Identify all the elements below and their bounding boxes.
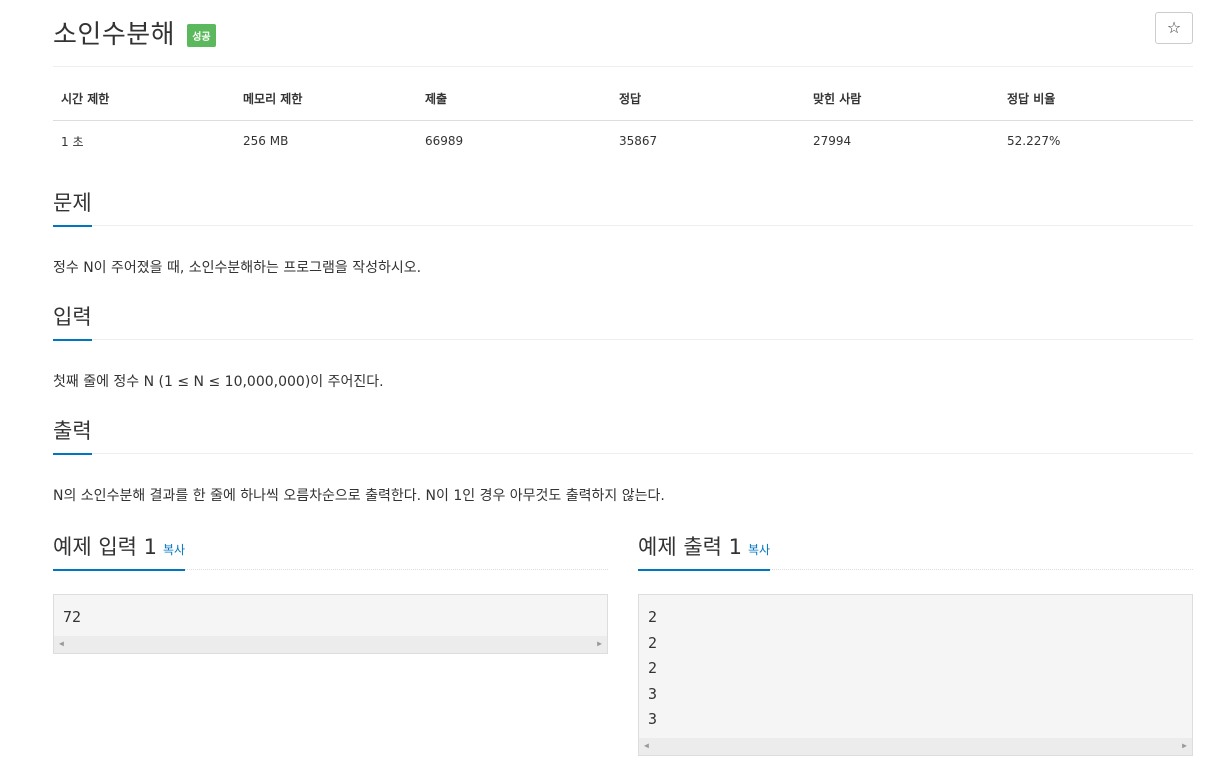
input-section-header: 입력	[53, 301, 1193, 341]
sample-input-heading: 예제 입력 1 복사	[53, 531, 186, 571]
value-time-limit: 1 초	[61, 134, 84, 149]
sample-output-heading: 예제 출력 1 복사	[638, 531, 771, 571]
header-accepted: 정답	[611, 86, 805, 121]
sample-output-scrollbar[interactable]: ◀ ▶	[639, 738, 1192, 755]
input-heading: 입력	[53, 301, 92, 341]
sample-output-lines: 2 2 2 3 3	[648, 605, 657, 733]
info-header-row: 시간 제한 메모리 제한 제출 정답 맞힌 사람 정답 비율	[53, 86, 1193, 121]
copy-input-button[interactable]: 복사	[163, 543, 185, 557]
input-description: 첫째 줄에 정수 N (1 ≤ N ≤ 10,000,000)이 주어진다.	[53, 374, 384, 390]
problem-section-header: 문제	[53, 187, 1193, 227]
problem-description: 정수 N이 주어졌을 때, 소인수분해하는 프로그램을 작성하시오.	[53, 260, 422, 276]
star-icon: ☆	[1166, 18, 1182, 37]
output-section-header: 출력	[53, 415, 1193, 455]
output-heading: 출력	[53, 415, 92, 455]
sample-input-box[interactable]: 72 ◀ ▶	[53, 594, 608, 654]
sample-input-lines: 72	[63, 605, 81, 631]
problem-info-table: 시간 제한 메모리 제한 제출 정답 맞힌 사람 정답 비율 1 초 256 M…	[53, 86, 1193, 151]
sample-output-header: 예제 출력 1 복사	[638, 531, 1193, 571]
sample-output-line: 2	[648, 659, 658, 678]
status-badge: 성공	[187, 24, 216, 47]
header-submissions: 제출	[417, 86, 611, 121]
scroll-right-arrow-icon[interactable]: ▶	[597, 639, 602, 648]
output-description: N의 소인수분해 결과를 한 줄에 하나씩 오름차순으로 출력한다. N이 1인…	[53, 488, 665, 504]
sample-output-line: 3	[648, 684, 658, 703]
sample-output-line: 2	[648, 633, 658, 652]
problem-heading: 문제	[53, 187, 92, 227]
scroll-left-arrow-icon[interactable]: ◀	[644, 741, 649, 750]
header-time-limit: 시간 제한	[53, 86, 235, 121]
value-accept-ratio: 52.227%	[1007, 134, 1061, 148]
header-solved-users: 맞힌 사람	[805, 86, 999, 121]
sample-output-box[interactable]: 2 2 2 3 3 ◀ ▶	[638, 594, 1193, 756]
value-accepted: 35867	[619, 134, 658, 148]
sample-input-line: 72	[63, 608, 82, 626]
info-value-row: 1 초 256 MB 66989 35867 27994 52.227%	[53, 121, 1193, 152]
value-submissions: 66989	[425, 134, 464, 148]
scroll-left-arrow-icon[interactable]: ◀	[59, 639, 64, 648]
sample-output-line: 3	[648, 710, 658, 729]
header-memory-limit: 메모리 제한	[235, 86, 417, 121]
sample-input-header: 예제 입력 1 복사	[53, 531, 608, 571]
header-accept-ratio: 정답 비율	[999, 86, 1193, 121]
value-memory-limit: 256 MB	[243, 134, 289, 148]
header-divider	[53, 66, 1193, 67]
sample-input-scrollbar[interactable]: ◀ ▶	[54, 636, 607, 653]
copy-output-button[interactable]: 복사	[748, 543, 770, 557]
problem-header: 소인수분해 성공 ☆	[53, 12, 1193, 54]
scroll-right-arrow-icon[interactable]: ▶	[1182, 741, 1187, 750]
star-button[interactable]: ☆	[1155, 12, 1193, 44]
problem-title: 소인수분해	[53, 20, 176, 50]
value-solved-users: 27994	[813, 134, 852, 148]
sample-output-line: 2	[648, 608, 658, 626]
